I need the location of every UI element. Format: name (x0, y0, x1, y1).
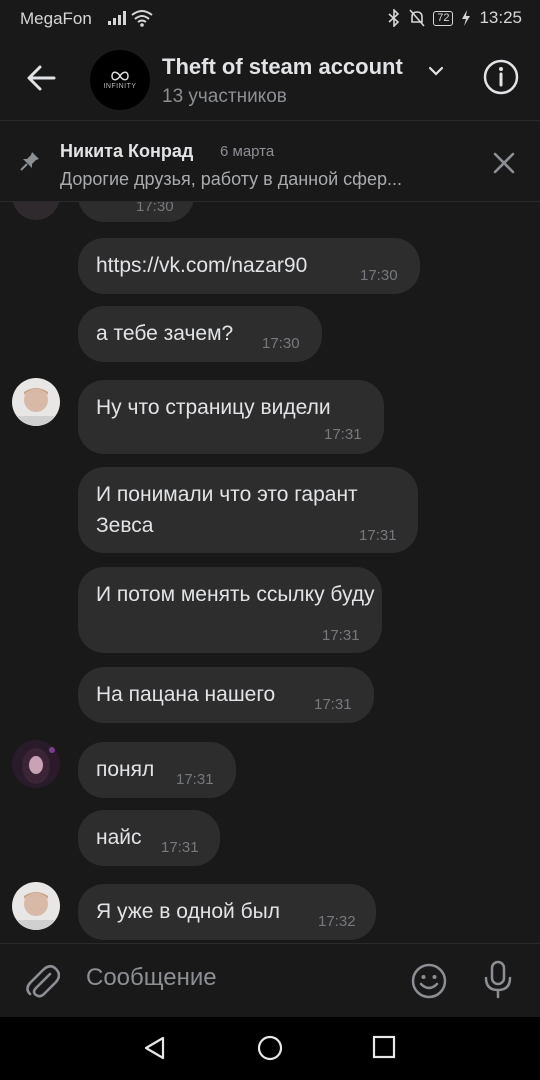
message-text: Ну что страницу видели (96, 396, 331, 419)
message-bubble[interactable]: Ок 17:30 (78, 202, 194, 222)
message-bubble[interactable]: понял 17:31 (78, 742, 236, 798)
signal-icon (108, 11, 126, 25)
message-link[interactable]: https://vk.com/nazar90 (96, 250, 307, 281)
members-count: 13 участников (162, 86, 287, 107)
message-text: понял (96, 758, 155, 781)
pinned-text: Дорогие друзья, работу в данной сфер... (60, 169, 402, 189)
message-input[interactable]: Сообщение (86, 964, 217, 992)
message-time: 17:31 (359, 527, 397, 544)
system-nav-bar (0, 1017, 540, 1080)
message-text: На пацана нашего (96, 683, 276, 706)
message-text: а тебе зачем? (96, 322, 234, 345)
message-bubble[interactable]: И потом менять ссылку буду 17:31 (78, 567, 382, 653)
message-bubble[interactable]: а тебе зачем? 17:30 (78, 306, 322, 362)
wifi-icon (131, 10, 153, 27)
pinned-date: 6 марта (220, 143, 275, 160)
user-avatar[interactable] (12, 202, 60, 220)
message-time: 17:31 (314, 696, 352, 713)
user-avatar[interactable] (12, 378, 60, 426)
message-bubble[interactable]: найс 17:31 (78, 810, 220, 866)
nav-recent-apps-icon[interactable] (372, 1035, 396, 1059)
mute-bell-icon (409, 9, 425, 27)
message-time: 17:30 (136, 202, 174, 215)
message-bubble[interactable]: На пацана нашего 17:31 (78, 667, 374, 723)
clock: 13:25 (479, 8, 522, 27)
message-list[interactable]: Ок 17:30 https://vk.com/nazar90 17:30 а … (0, 202, 540, 942)
group-avatar[interactable]: INFINITY (90, 50, 150, 110)
battery-indicator: 72 (433, 10, 454, 26)
chat-title[interactable]: Theft of steam account (162, 54, 403, 80)
message-time: 17:30 (262, 335, 300, 352)
close-icon[interactable] (490, 149, 518, 177)
message-time: 17:31 (161, 839, 199, 856)
user-photo-icon (18, 892, 54, 930)
message-time: 17:31 (324, 426, 362, 443)
infinity-logo-icon (111, 71, 129, 80)
message-bubble[interactable]: И понимали что это гарант Зевса 17:31 (78, 467, 418, 553)
logo-text: INFINITY (103, 82, 137, 90)
nav-back-icon[interactable] (142, 1035, 168, 1061)
message-bubble[interactable]: https://vk.com/nazar90 17:30 (78, 238, 420, 294)
chat-header: INFINITY Theft of steam account 13 участ… (0, 38, 540, 120)
user-photo-icon (22, 747, 55, 784)
message-bubble[interactable]: Ну что страницу видели 17:31 (78, 380, 384, 454)
user-avatar[interactable] (12, 882, 60, 930)
microphone-icon[interactable] (482, 960, 514, 1000)
message-bubble[interactable]: Я уже в одной был 17:32 (78, 884, 376, 940)
message-time: 17:31 (322, 627, 360, 644)
charging-icon (462, 10, 471, 26)
message-text: И потом менять ссылку буду (96, 583, 375, 606)
user-photo-icon (18, 388, 54, 426)
pinned-author: Никита Конрад (60, 141, 194, 161)
message-composer: Сообщение (0, 943, 540, 1018)
back-arrow-icon[interactable] (24, 60, 60, 96)
nav-home-icon[interactable] (257, 1035, 283, 1061)
emoji-icon[interactable] (410, 962, 448, 1000)
user-avatar[interactable] (12, 740, 60, 788)
bluetooth-icon (388, 9, 400, 27)
message-text: найс (96, 826, 142, 849)
message-time: 17:31 (176, 771, 214, 788)
pin-icon (20, 152, 39, 171)
status-bar: MegaFon 72 13:25 (0, 0, 540, 38)
info-icon[interactable] (482, 58, 520, 96)
pinned-message[interactable]: Никита Конрад 6 марта Дорогие друзья, ра… (0, 121, 540, 202)
message-text: Я уже в одной был (96, 900, 280, 923)
message-time: 17:32 (318, 913, 356, 930)
carrier-name: MegaFon (20, 9, 92, 28)
message-time: 17:30 (360, 267, 398, 284)
message-text: Ок (96, 202, 122, 207)
chevron-down-icon[interactable] (428, 66, 444, 76)
paperclip-icon[interactable] (24, 962, 60, 1000)
